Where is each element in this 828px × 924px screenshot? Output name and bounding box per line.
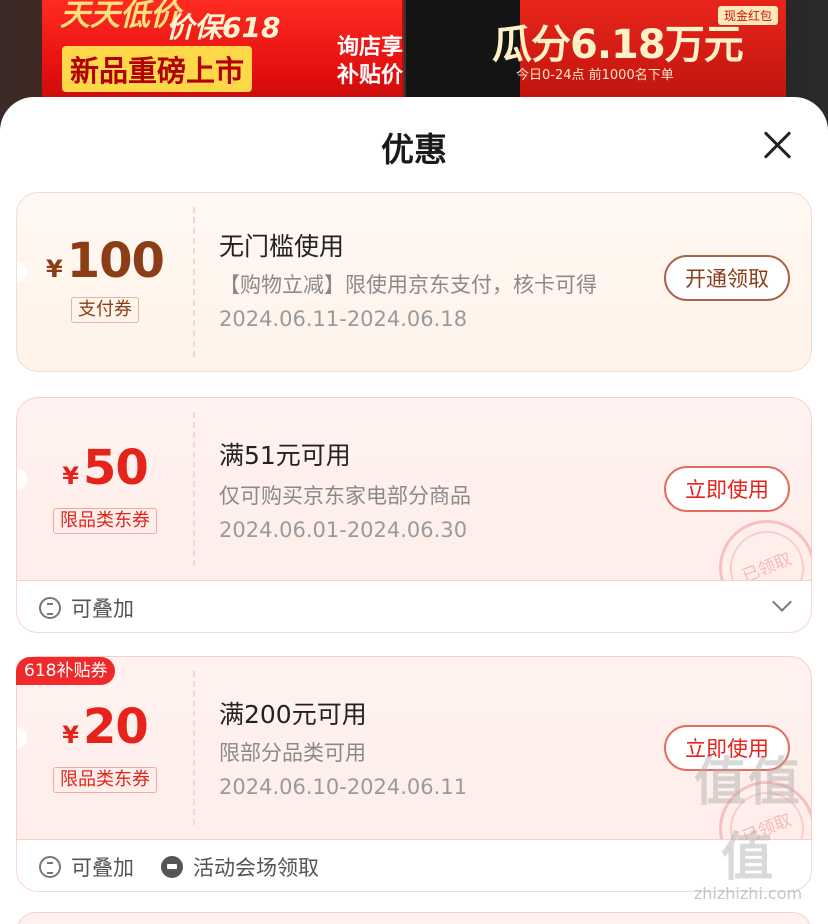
site-watermark: 值值值 zhizhizhi.com [668,740,828,903]
venue-claim-link[interactable]: 活动会场领取 [161,852,319,882]
use-now-button[interactable]: 立即使用 [664,466,790,512]
coupon-amount: 50 [82,440,149,496]
coupon-price: ¥50 [17,440,193,496]
chevron-down-icon[interactable] [772,592,792,612]
coupon-title: 满200元可用 [219,700,367,729]
coupon-type: 限品类东券 [17,508,193,534]
claimed-stamp: 已领取 [704,505,811,580]
stack-icon [39,856,61,878]
activate-claim-button[interactable]: 开通领取 [664,255,790,301]
coupon-desc: 仅可购买京东家电部分商品 [219,484,471,508]
coupon-date: 2024.06.10-2024.06.11 [219,775,468,799]
ticket-icon [161,856,183,878]
banner-new-tag: 新品重磅上市 [62,46,253,92]
stackable-tag: 可叠加 [39,593,134,623]
coupon-footer: 可叠加 [16,581,812,633]
banner-prize-text: 瓜分6.18万元 [492,22,744,68]
coupon-title: 满51元可用 [219,441,351,470]
banner-promise-text: 价保618 [166,11,281,44]
subsidy-badge: 618补贴券 [16,657,116,685]
banner-top-text: 天天低价 [60,0,180,33]
stackable-tag: 可叠加 [39,852,134,882]
stackable-label: 可叠加 [71,597,134,621]
coupon-type-label: 限品类东券 [53,508,157,534]
card-divider [193,412,195,566]
coupon-desc: 限部分品类可用 [219,741,366,765]
venue-claim-label: 活动会场领取 [193,856,319,880]
watermark-url: zhizhizhi.com [693,884,803,903]
stackable-label: 可叠加 [71,856,134,880]
coupon-card-body: ¥50 限品类东券 满51元可用 仅可购买京东家电部分商品 2024.06.01… [16,397,812,581]
watermark-logo: 值值值 [693,753,802,888]
coupon-date: 2024.06.01-2024.06.30 [219,518,468,542]
coupon-card-pay: ¥100 支付券 无门槛使用 【购物立减】限使用京东支付，核卡可得 2024.0… [16,192,812,372]
sheet-title: 优惠 [381,130,447,169]
coupon-type-label: 限品类东券 [53,767,157,793]
coupon-amount: 20 [82,699,149,755]
coupon-date: 2024.06.11-2024.06.18 [219,307,468,331]
coupon-card-body: ¥100 支付券 无门槛使用 【购物立减】限使用京东支付，核卡可得 2024.0… [16,192,812,372]
coupon-title: 无门槛使用 [219,232,345,261]
stack-icon [39,597,61,619]
banner-note: 今日0-24点 前1000名下单 [516,68,674,83]
coupon-type: 支付券 [17,297,193,323]
coupon-type: 限品类东券 [17,767,193,793]
coupon-desc: 【购物立减】限使用京东支付，核卡可得 [219,273,597,297]
card-divider [193,207,195,357]
card-divider [193,671,195,825]
close-icon[interactable] [760,127,796,163]
coupon-amount: 100 [66,233,165,289]
coupon-card-next [16,912,812,924]
coupon-price: ¥100 [17,233,193,289]
coupon-type-label: 支付券 [71,297,139,323]
currency-symbol: ¥ [62,462,79,490]
currency-symbol: ¥ [46,255,63,283]
currency-symbol: ¥ [62,721,79,749]
coupon-card-50: ¥50 限品类东券 满51元可用 仅可购买京东家电部分商品 2024.06.01… [16,397,812,633]
coupon-price: ¥20 [17,699,193,755]
